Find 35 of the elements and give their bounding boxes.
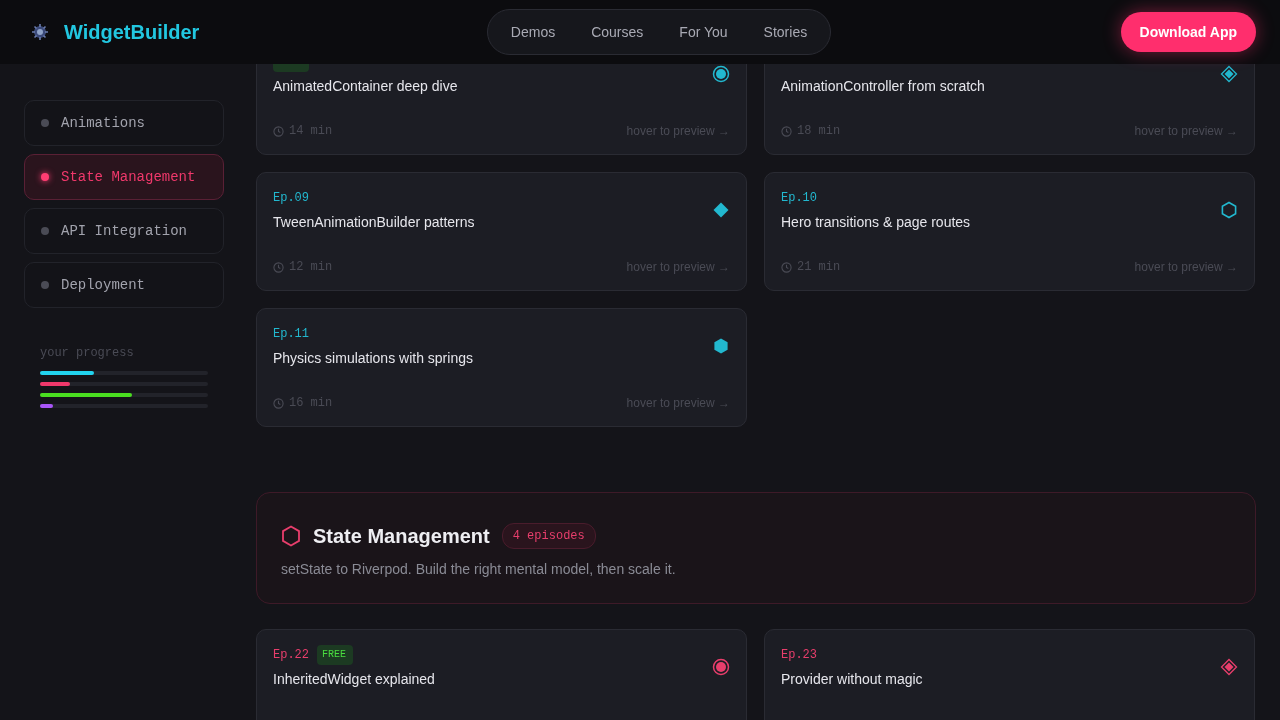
nav-link[interactable]: Courses [591,24,644,40]
download-button[interactable]: Download App [1120,12,1256,52]
episode-title: AnimationController from scratch [781,78,986,94]
episode-title: Physics simulations with springs [273,350,474,366]
episode-title: Hero transitions & page routes [781,214,972,230]
episode-card[interactable]: Ep.23 Provider without magic [764,629,1255,720]
sidebar-item[interactable]: State Management [24,154,224,200]
episode-count: 4 episodes [501,523,596,549]
nav-link[interactable]: Stories [763,24,808,40]
nav-link[interactable]: For You [679,24,728,40]
episode-title: InheritedWidget explained [273,671,436,687]
section-description: setState to Riverpod. Build the right mental model, then scale it. [281,561,677,577]
sidebar-item[interactable]: Deployment [24,262,224,308]
section-title: State Management [313,524,490,548]
clock-icon [273,397,284,409]
episode-number: Ep.23 [781,648,817,662]
episode-title: TweenAnimationBuilder patterns [273,214,476,230]
episode-card[interactable]: Ep.22 FREE InheritedWidget explained [256,629,747,720]
sidebar-item[interactable]: API Integration [24,208,224,254]
episode-number: Ep.11 [273,327,309,341]
free-badge: FREE [317,645,353,665]
episode-title: Provider without magic [781,671,924,687]
clock-icon [781,261,792,273]
progress-label: your progress [40,346,135,360]
clock-icon [781,125,792,137]
clock-icon [273,125,284,137]
logo-icon [30,22,50,42]
nav-link[interactable]: Demos [510,24,556,40]
clock-icon [273,261,284,273]
sidebar-item[interactable]: Animations [24,100,224,146]
episode-number: Ep.10 [781,191,817,205]
episode-title: AnimatedContainer deep dive [273,78,459,94]
brand-name[interactable]: WidgetBuilder [64,20,200,44]
episode-number: Ep.22 [273,648,309,662]
episode-number: Ep.09 [273,191,309,205]
